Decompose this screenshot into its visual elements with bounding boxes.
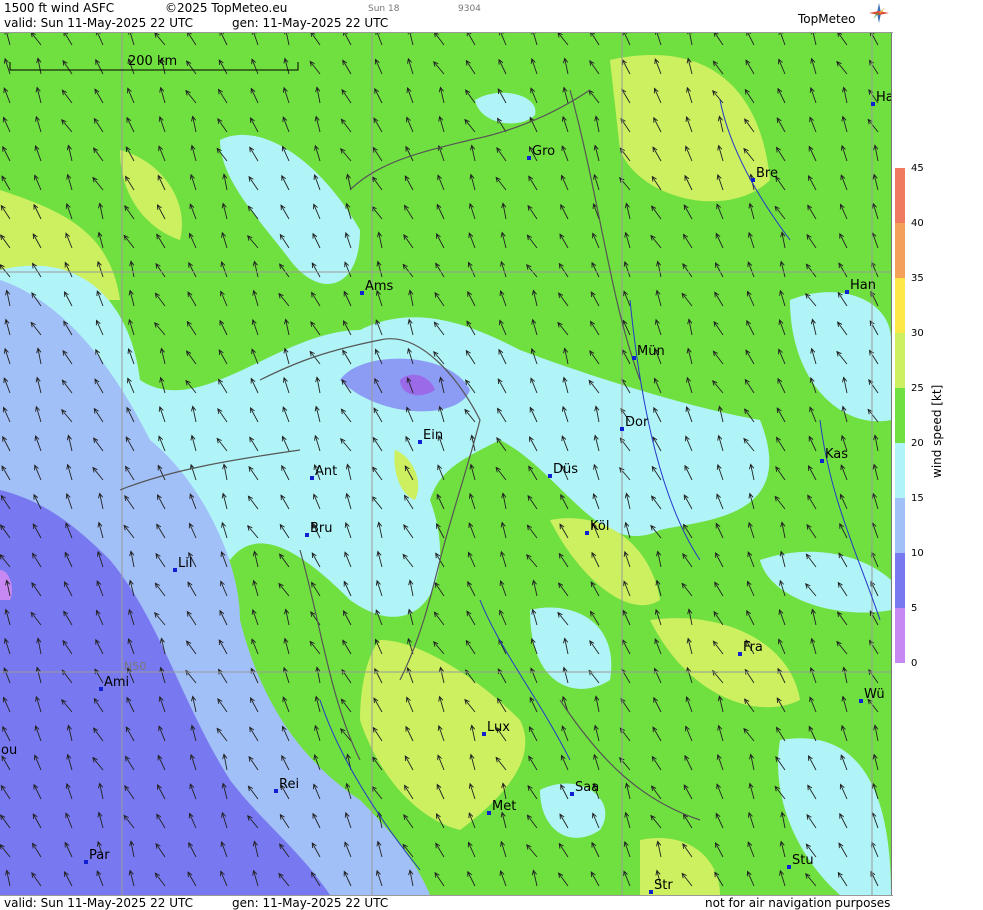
city-marker (751, 178, 755, 182)
legend-band-30-35 (895, 278, 905, 333)
city-label: Gro (532, 144, 555, 159)
legend-tick-label: 40 (911, 218, 924, 229)
city-marker (632, 356, 636, 360)
city-marker (845, 290, 849, 294)
legend-tick-label: 10 (911, 548, 924, 559)
city-label: ou (1, 743, 17, 758)
valid-time: valid: Sun 11-May-2025 22 UTC (4, 16, 193, 30)
legend-band-5-10 (895, 553, 905, 608)
legend-band-35-40 (895, 223, 905, 278)
generated-time: gen: 11-May-2025 22 UTC (232, 16, 389, 30)
scale-label: 200 km (128, 54, 177, 69)
brand-logo-text[interactable]: TopMeteo (798, 12, 855, 26)
legend-tick-label: 15 (911, 493, 924, 504)
legend-tick-label: 45 (911, 163, 924, 174)
header-bar: 1500 ft wind ASFC ©2025 TopMeteo.eu Sun … (0, 0, 893, 33)
city-label: Dor (625, 415, 649, 430)
city-marker (859, 699, 863, 703)
city-label: Saa (575, 780, 599, 795)
city-marker (527, 156, 531, 160)
product-title: 1500 ft wind ASFC (4, 1, 115, 15)
city-marker (649, 890, 653, 894)
legend-tick-label: 30 (911, 328, 924, 339)
city-marker (305, 533, 309, 537)
footer-bar: valid: Sun 11-May-2025 22 UTC gen: 11-Ma… (0, 895, 893, 910)
legend-band-15-20 (895, 443, 905, 498)
city-marker (274, 789, 278, 793)
city-marker (620, 427, 624, 431)
wind-speed-fields (0, 33, 891, 895)
legend-band-0-5 (895, 608, 905, 663)
footer-valid-time: valid: Sun 11-May-2025 22 UTC (4, 896, 193, 910)
city-label: Köl (590, 519, 609, 534)
city-label: Düs (553, 462, 578, 477)
run-day: Sun 18 (368, 4, 400, 14)
run-code: 9304 (458, 4, 481, 14)
legend-band-20-25 (895, 388, 905, 443)
compass-logo-icon (869, 3, 889, 23)
legend-tick-label: 20 (911, 438, 924, 449)
city-label: Ami (104, 675, 129, 690)
city-label: Fra (743, 640, 763, 655)
legend-tick-label: 0 (911, 658, 918, 669)
city-marker (570, 792, 574, 796)
wind-map[interactable]: 200 km N50 Ha Gro Bre Ams Han Mün Ein Dor Kas Ant… (0, 33, 892, 895)
city-label: Ant (315, 464, 337, 479)
legend-band-40-45 (895, 168, 905, 223)
city-label: Ams (365, 279, 394, 294)
city-marker (871, 102, 875, 106)
latitude-label: N50 (124, 660, 146, 673)
city-marker (99, 687, 103, 691)
city-label: Kas (825, 447, 848, 462)
city-marker (84, 860, 88, 864)
city-label: Lux (487, 720, 510, 735)
city-label: Met (492, 799, 516, 814)
city-label: Mün (637, 344, 665, 359)
city-marker (548, 474, 552, 478)
city-marker (585, 531, 589, 535)
legend-band-10-15 (895, 498, 905, 553)
legend-unit: wind speed [kt] (930, 384, 944, 478)
city-label: Lil (178, 556, 192, 571)
legend-tick-label: 25 (911, 383, 924, 394)
city-label: Stu (792, 853, 814, 868)
city-marker (360, 291, 364, 295)
city-label: Str (654, 878, 673, 893)
legend-tick-label: 5 (911, 603, 918, 614)
city-label: Ha (876, 90, 891, 105)
city-marker (820, 459, 824, 463)
city-marker (482, 732, 486, 736)
city-label: Bru (310, 521, 333, 536)
wind-speed-colorbar (895, 168, 905, 663)
city-marker (418, 440, 422, 444)
legend-tick-label: 35 (911, 273, 924, 284)
city-marker (787, 865, 791, 869)
footer-generated-time: gen: 11-May-2025 22 UTC (232, 896, 389, 910)
footer-disclaimer: not for air navigation purposes (705, 896, 891, 910)
city-marker (173, 568, 177, 572)
legend-band-25-30 (895, 333, 905, 388)
city-label: Han (850, 278, 876, 293)
city-label: Par (89, 848, 110, 863)
copyright: ©2025 TopMeteo.eu (165, 1, 288, 15)
city-label: Bre (756, 166, 778, 181)
city-label: Rei (279, 777, 299, 792)
city-marker (487, 811, 491, 815)
city-marker (310, 476, 314, 480)
city-marker (738, 652, 742, 656)
wind-map-canvas: 200 km N50 Ha Gro Bre Ams Han Mün Ein Dor Kas Ant… (0, 33, 891, 895)
city-label: Wü (864, 687, 885, 702)
city-label: Ein (423, 428, 443, 443)
